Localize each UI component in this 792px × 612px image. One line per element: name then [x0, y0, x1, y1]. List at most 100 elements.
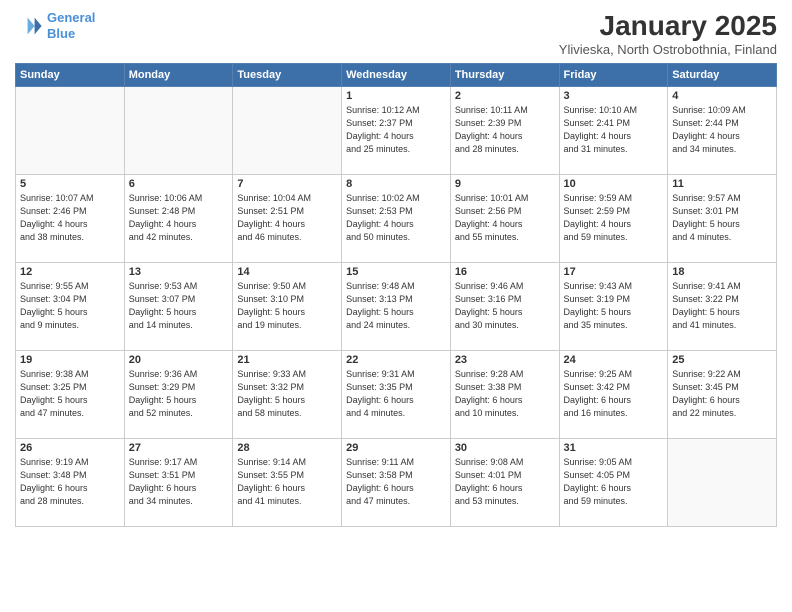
day-number: 23 [455, 354, 555, 366]
day-info: Sunrise: 9:46 AM Sunset: 3:16 PM Dayligh… [455, 280, 555, 332]
day-number: 2 [455, 90, 555, 102]
day-number: 11 [672, 178, 772, 190]
day-number: 17 [564, 266, 664, 278]
day-cell: 6 Sunrise: 10:06 AM Sunset: 2:48 PM Dayli… [124, 175, 233, 263]
day-number: 18 [672, 266, 772, 278]
day-cell: 15 Sunrise: 9:48 AM Sunset: 3:13 PM Dayli… [342, 263, 451, 351]
day-cell [233, 87, 342, 175]
logo-text: General Blue [47, 10, 95, 41]
week-row-1: 1 Sunrise: 10:12 AM Sunset: 2:37 PM Dayli… [16, 87, 777, 175]
day-info: Sunrise: 10:12 AM Sunset: 2:37 PM Daylig… [346, 104, 446, 156]
week-row-5: 26 Sunrise: 9:19 AM Sunset: 3:48 PM Dayli… [16, 439, 777, 527]
day-cell: 22 Sunrise: 9:31 AM Sunset: 3:35 PM Dayli… [342, 351, 451, 439]
day-number: 20 [129, 354, 229, 366]
day-info: Sunrise: 9:11 AM Sunset: 3:58 PM Dayligh… [346, 456, 446, 508]
calendar: SundayMondayTuesdayWednesdayThursdayFrid… [15, 63, 777, 527]
day-info: Sunrise: 9:41 AM Sunset: 3:22 PM Dayligh… [672, 280, 772, 332]
weekday-header-sunday: Sunday [16, 64, 125, 87]
day-cell: 21Sunrise: 9:33 AM Sunset: 3:32 PM Dayli… [233, 351, 342, 439]
day-number: 4 [672, 90, 772, 102]
weekday-header-wednesday: Wednesday [342, 64, 451, 87]
day-info: Sunrise: 10:10 AM Sunset: 2:41 PM Daylig… [564, 104, 664, 156]
day-info: Sunrise: 9:55 AM Sunset: 3:04 PM Dayligh… [20, 280, 120, 332]
day-info: Sunrise: 10:04 AM Sunset: 2:51 PM Daylig… [237, 192, 337, 244]
weekday-header-friday: Friday [559, 64, 668, 87]
day-cell: 29 Sunrise: 9:11 AM Sunset: 3:58 PM Dayli… [342, 439, 451, 527]
day-info: Sunrise: 9:31 AM Sunset: 3:35 PM Dayligh… [346, 368, 446, 420]
day-number: 5 [20, 178, 120, 190]
day-info: Sunrise: 9:19 AM Sunset: 3:48 PM Dayligh… [20, 456, 120, 508]
day-number: 26 [20, 442, 120, 454]
day-cell: 18 Sunrise: 9:41 AM Sunset: 3:22 PM Dayli… [668, 263, 777, 351]
day-cell: 16Sunrise: 9:46 AM Sunset: 3:16 PM Dayli… [450, 263, 559, 351]
day-info: Sunrise: 9:57 AM Sunset: 3:01 PM Dayligh… [672, 192, 772, 244]
day-cell: 23Sunrise: 9:28 AM Sunset: 3:38 PM Dayli… [450, 351, 559, 439]
header: General Blue January 2025 Ylivieska, Nor… [15, 10, 777, 57]
weekday-header-monday: Monday [124, 64, 233, 87]
day-number: 8 [346, 178, 446, 190]
month-title: January 2025 [559, 10, 777, 42]
day-number: 6 [129, 178, 229, 190]
weekday-header-tuesday: Tuesday [233, 64, 342, 87]
day-number: 3 [564, 90, 664, 102]
weekday-header-thursday: Thursday [450, 64, 559, 87]
day-cell: 9 Sunrise: 10:01 AM Sunset: 2:56 PM Dayli… [450, 175, 559, 263]
logo-blue: Blue [47, 26, 95, 42]
day-number: 15 [346, 266, 446, 278]
day-info: Sunrise: 10:06 AM Sunset: 2:48 PM Daylig… [129, 192, 229, 244]
day-info: Sunrise: 10:01 AM Sunset: 2:56 PM Daylig… [455, 192, 555, 244]
day-number: 9 [455, 178, 555, 190]
day-number: 28 [237, 442, 337, 454]
week-row-2: 5 Sunrise: 10:07 AM Sunset: 2:46 PM Dayli… [16, 175, 777, 263]
day-cell: 7 Sunrise: 10:04 AM Sunset: 2:51 PM Dayli… [233, 175, 342, 263]
day-cell: 1 Sunrise: 10:12 AM Sunset: 2:37 PM Dayli… [342, 87, 451, 175]
page: General Blue January 2025 Ylivieska, Nor… [0, 0, 792, 612]
day-number: 13 [129, 266, 229, 278]
day-info: Sunrise: 9:36 AM Sunset: 3:29 PM Dayligh… [129, 368, 229, 420]
day-cell: 20 Sunrise: 9:36 AM Sunset: 3:29 PM Dayli… [124, 351, 233, 439]
day-cell: 14 Sunrise: 9:50 AM Sunset: 3:10 PM Dayli… [233, 263, 342, 351]
day-cell: 11 Sunrise: 9:57 AM Sunset: 3:01 PM Dayli… [668, 175, 777, 263]
day-cell [124, 87, 233, 175]
day-number: 21 [237, 354, 337, 366]
day-info: Sunrise: 9:14 AM Sunset: 3:55 PM Dayligh… [237, 456, 337, 508]
day-info: Sunrise: 9:22 AM Sunset: 3:45 PM Dayligh… [672, 368, 772, 420]
day-info: Sunrise: 9:50 AM Sunset: 3:10 PM Dayligh… [237, 280, 337, 332]
title-block: January 2025 Ylivieska, North Ostrobothn… [559, 10, 777, 57]
day-number: 7 [237, 178, 337, 190]
day-number: 29 [346, 442, 446, 454]
day-number: 25 [672, 354, 772, 366]
day-info: Sunrise: 10:07 AM Sunset: 2:46 PM Daylig… [20, 192, 120, 244]
day-cell: 12 Sunrise: 9:55 AM Sunset: 3:04 PM Dayli… [16, 263, 125, 351]
day-cell: 3 Sunrise: 10:10 AM Sunset: 2:41 PM Dayli… [559, 87, 668, 175]
weekday-header-saturday: Saturday [668, 64, 777, 87]
day-number: 1 [346, 90, 446, 102]
day-cell: 17Sunrise: 9:43 AM Sunset: 3:19 PM Dayli… [559, 263, 668, 351]
day-info: Sunrise: 10:09 AM Sunset: 2:44 PM Daylig… [672, 104, 772, 156]
day-cell: 25 Sunrise: 9:22 AM Sunset: 3:45 PM Dayli… [668, 351, 777, 439]
day-info: Sunrise: 9:59 AM Sunset: 2:59 PM Dayligh… [564, 192, 664, 244]
day-info: Sunrise: 9:17 AM Sunset: 3:51 PM Dayligh… [129, 456, 229, 508]
day-number: 12 [20, 266, 120, 278]
day-number: 27 [129, 442, 229, 454]
day-info: Sunrise: 9:38 AM Sunset: 3:25 PM Dayligh… [20, 368, 120, 420]
day-cell: 5 Sunrise: 10:07 AM Sunset: 2:46 PM Dayli… [16, 175, 125, 263]
day-cell: 27 Sunrise: 9:17 AM Sunset: 3:51 PM Dayli… [124, 439, 233, 527]
day-info: Sunrise: 9:25 AM Sunset: 3:42 PM Dayligh… [564, 368, 664, 420]
day-cell: 31Sunrise: 9:05 AM Sunset: 4:05 PM Dayli… [559, 439, 668, 527]
day-number: 10 [564, 178, 664, 190]
day-number: 22 [346, 354, 446, 366]
day-number: 14 [237, 266, 337, 278]
day-cell: 26 Sunrise: 9:19 AM Sunset: 3:48 PM Dayli… [16, 439, 125, 527]
day-cell [16, 87, 125, 175]
day-cell [668, 439, 777, 527]
day-info: Sunrise: 10:02 AM Sunset: 2:53 PM Daylig… [346, 192, 446, 244]
logo: General Blue [15, 10, 95, 41]
day-cell: 10 Sunrise: 9:59 AM Sunset: 2:59 PM Dayli… [559, 175, 668, 263]
day-info: Sunrise: 9:48 AM Sunset: 3:13 PM Dayligh… [346, 280, 446, 332]
day-number: 30 [455, 442, 555, 454]
location: Ylivieska, North Ostrobothnia, Finland [559, 42, 777, 57]
day-number: 31 [564, 442, 664, 454]
day-cell: 2Sunrise: 10:11 AM Sunset: 2:39 PM Dayli… [450, 87, 559, 175]
week-row-4: 19Sunrise: 9:38 AM Sunset: 3:25 PM Dayli… [16, 351, 777, 439]
